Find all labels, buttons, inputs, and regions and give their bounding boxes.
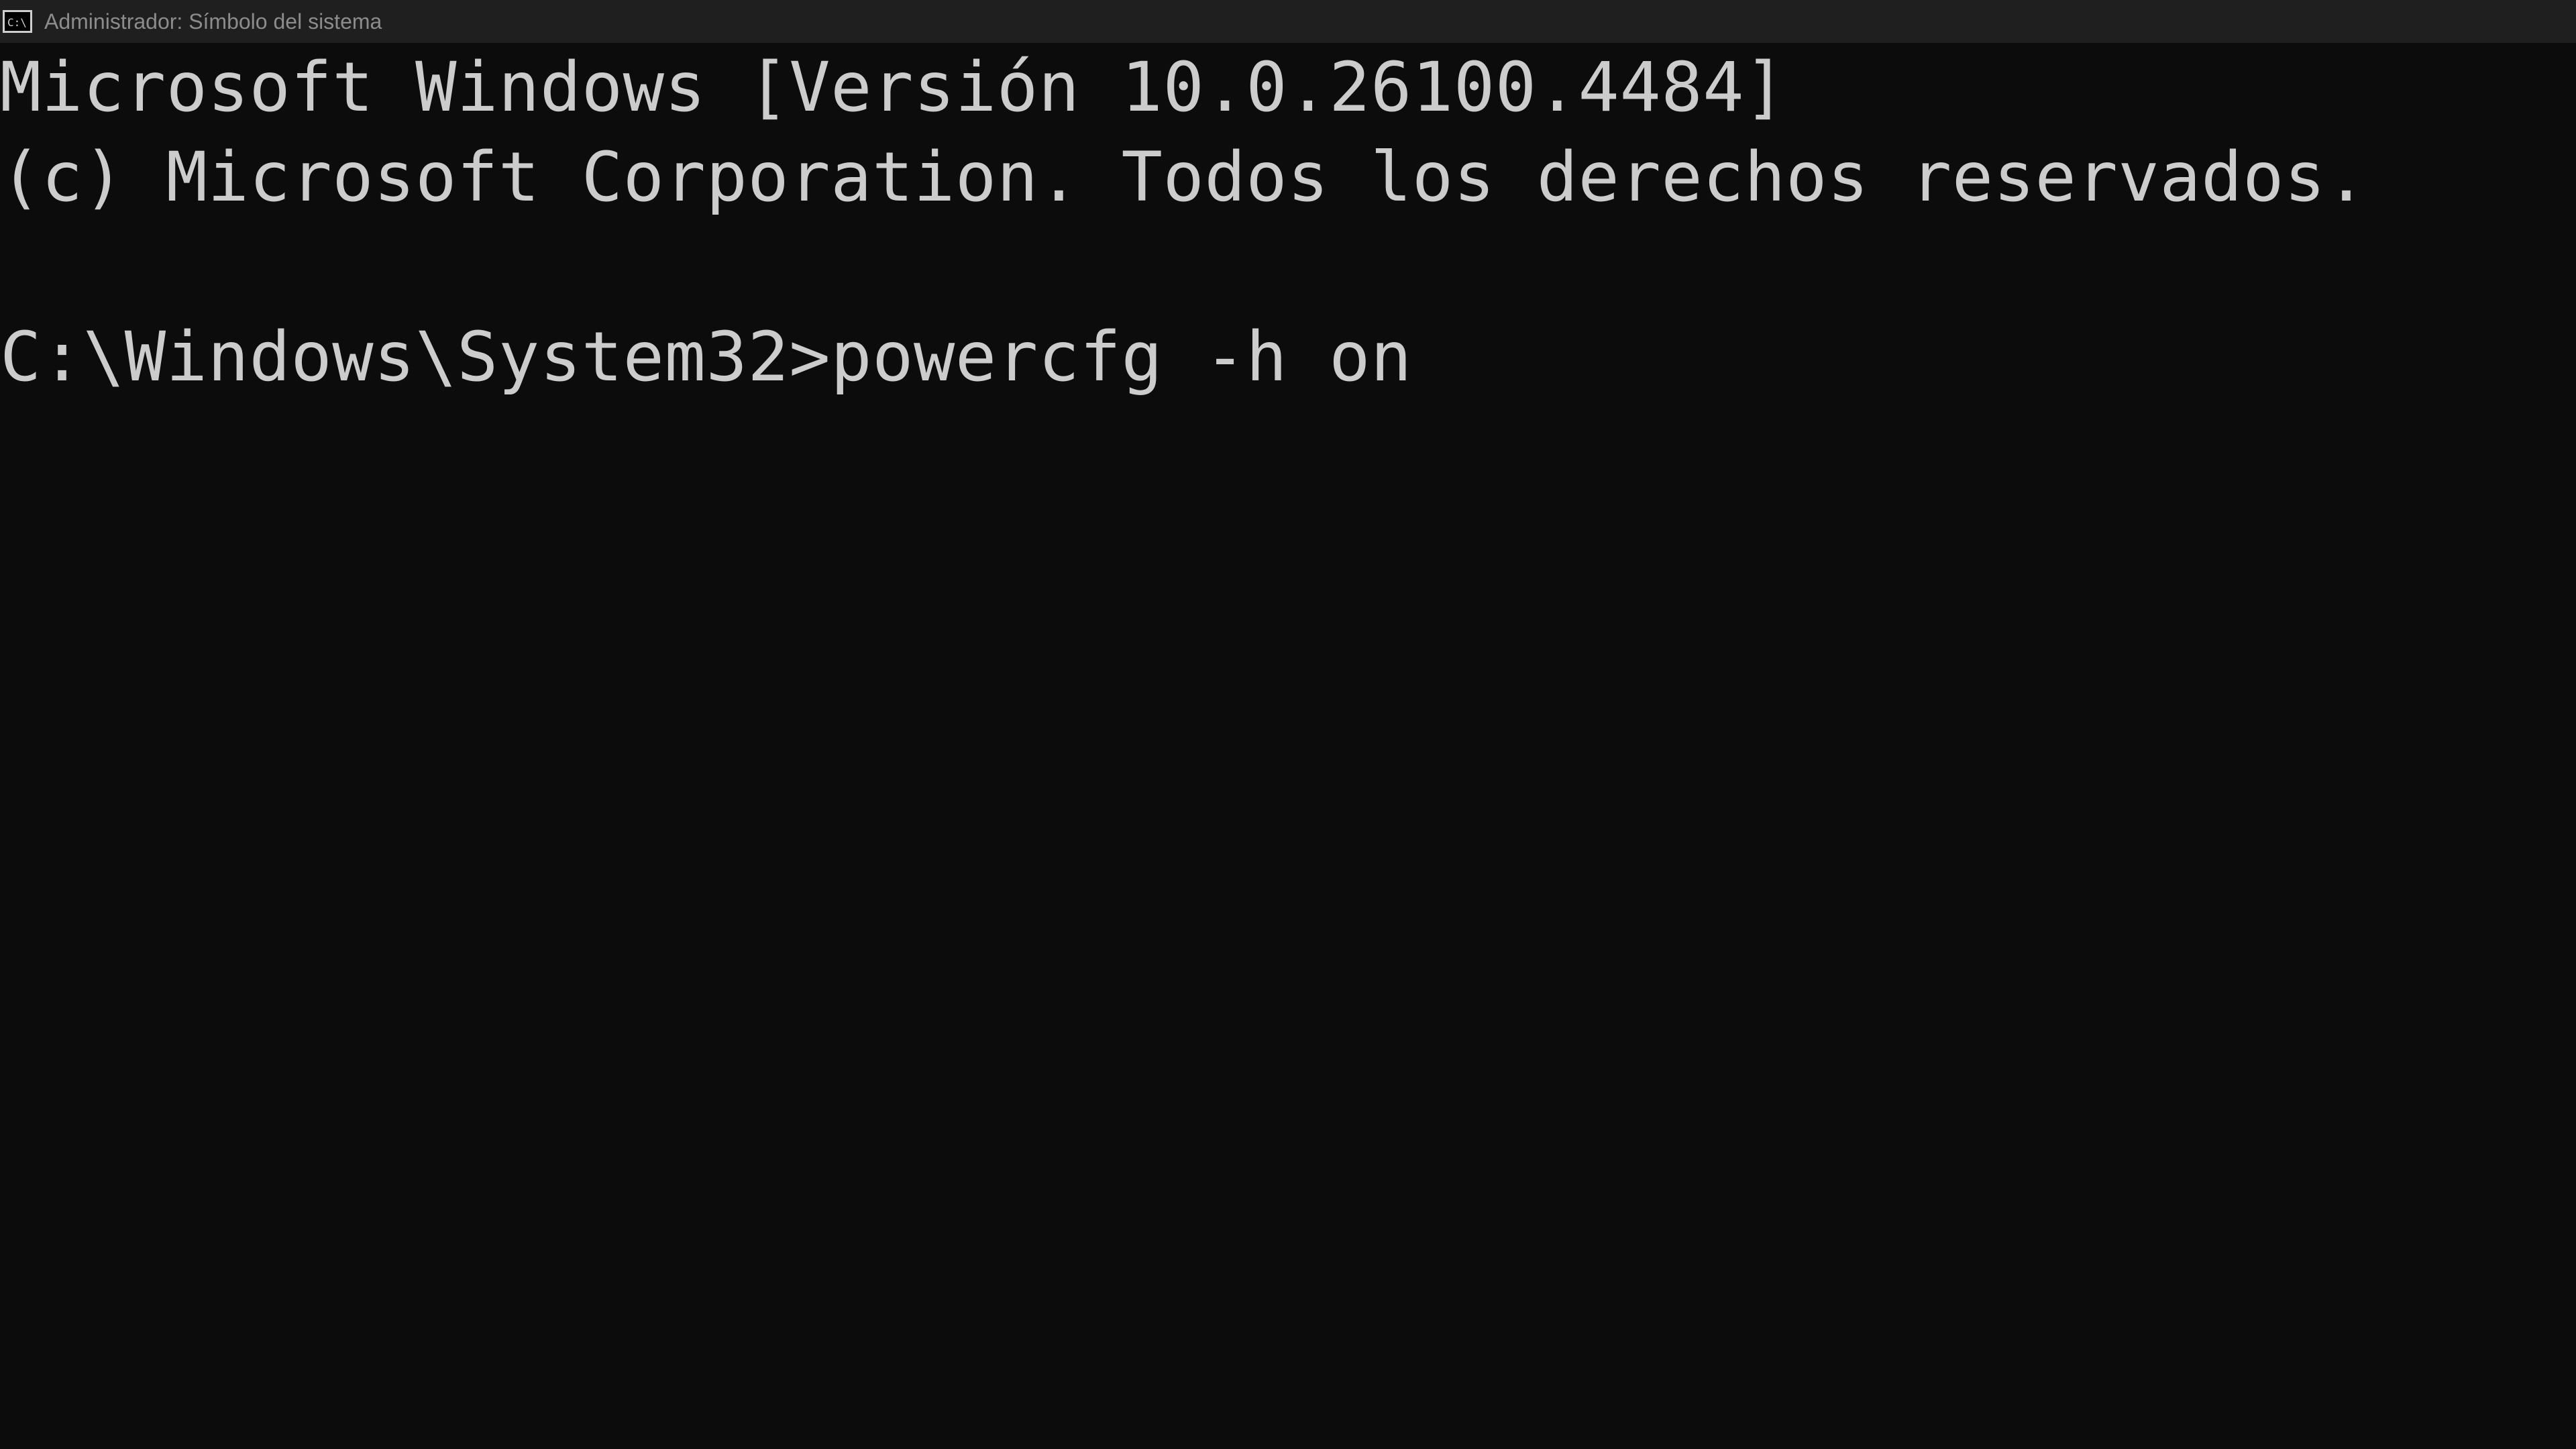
console-command-input[interactable]: powercfg -h on [830, 317, 1412, 397]
console-line-version: Microsoft Windows [Versión 10.0.26100.44… [0, 48, 1786, 127]
console-command-line[interactable]: C:\Windows\System32>powercfg -h on [0, 313, 2576, 402]
command-prompt-window: C:\ Administrador: Símbolo del sistema M… [0, 0, 2576, 1449]
svg-text:C:\: C:\ [7, 16, 27, 29]
title-bar[interactable]: C:\ Administrador: Símbolo del sistema [0, 0, 2576, 43]
window-title: Administrador: Símbolo del sistema [44, 9, 382, 34]
console-prompt: C:\Windows\System32> [0, 317, 831, 397]
console-output[interactable]: Microsoft Windows [Versión 10.0.26100.44… [0, 43, 2576, 1449]
console-line-copyright: (c) Microsoft Corporation. Todos los der… [0, 138, 2367, 217]
cmd-console-icon: C:\ [3, 10, 32, 33]
